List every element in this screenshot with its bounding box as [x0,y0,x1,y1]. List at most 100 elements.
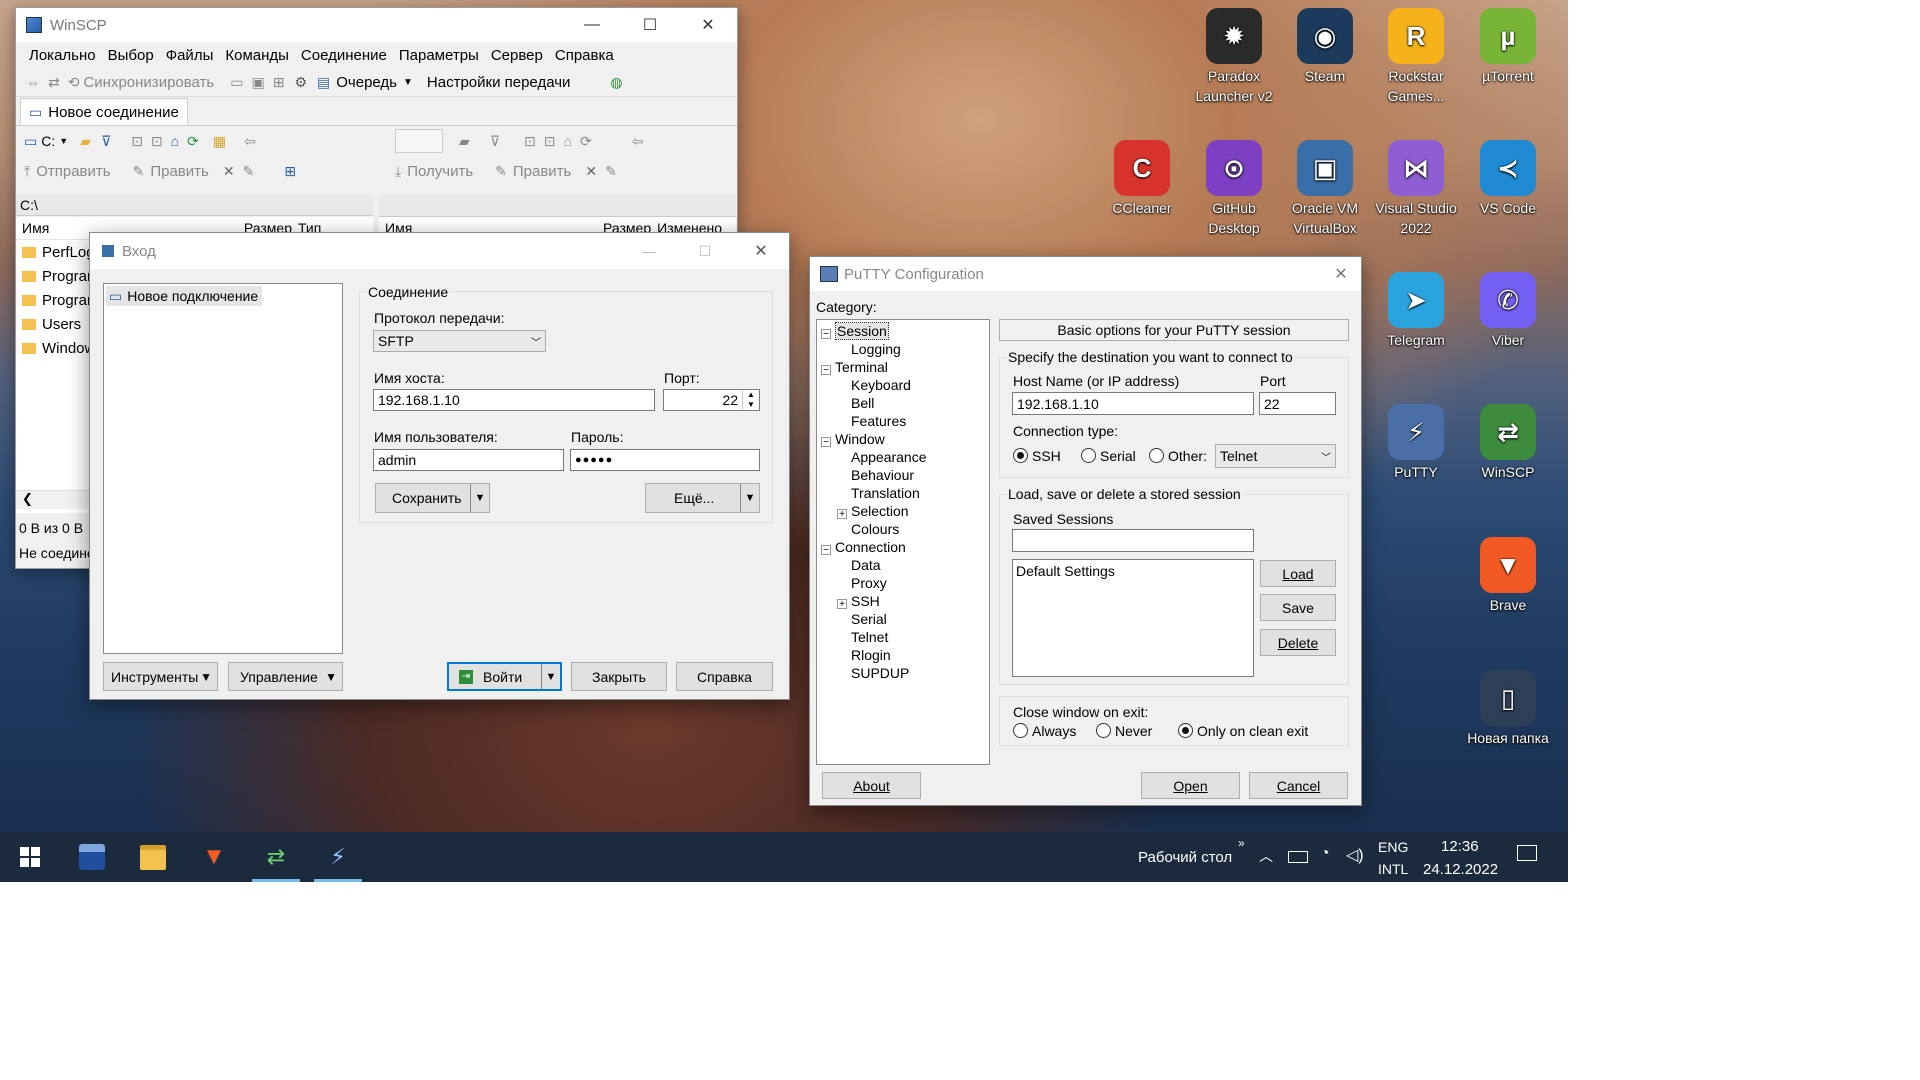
edit-icon[interactable]: ✎ [495,163,507,180]
tree-item[interactable]: Appearance [817,448,989,466]
tree-item[interactable]: Data [817,556,989,574]
desktop-icon[interactable]: ◉ Steam [1280,8,1370,86]
bookmarks-icon[interactable]: ▦ [213,133,226,150]
other-protocol-select[interactable]: Telnet ﹀ [1215,444,1336,468]
password-input[interactable]: ●●●●● [570,449,760,471]
more-button[interactable]: Ещё... ▼ [645,483,760,513]
desktop-icon[interactable]: C CCleaner [1097,140,1187,218]
remote-path-select[interactable] [395,129,443,153]
expand-icon[interactable]: + [837,599,847,610]
language-bottom[interactable]: INTL [1378,861,1408,877]
radio-always-indicator[interactable] [1013,723,1028,738]
taskbar-brave[interactable]: ▼ [186,832,242,882]
edit-button[interactable]: Править [150,163,209,180]
parent-dir-icon[interactable]: ⊡ [131,133,143,150]
tree-item[interactable]: Features [817,412,989,430]
close-dialog-button[interactable]: Закрыть [571,662,667,691]
menu-item[interactable]: Выбор [108,47,154,64]
folder-open-icon[interactable]: ▰ [459,133,470,150]
radio-serial[interactable]: Serial [1081,448,1136,464]
send-button[interactable]: Отправить [36,163,110,180]
desktop-icon[interactable]: ⇄ WinSCP [1463,404,1553,482]
compare-icon[interactable]: ⇔ [26,74,40,90]
rename-icon[interactable]: ✎ [243,163,255,180]
home-icon[interactable]: ⌂ [171,133,179,149]
expand-icon[interactable]: + [837,509,847,520]
queue-icon[interactable]: ▤ [317,74,330,91]
tree-item[interactable]: Behaviour [817,466,989,484]
radio-never[interactable]: Never [1096,723,1152,739]
tree-item[interactable]: Keyboard [817,376,989,394]
tree-item[interactable]: + Selection [817,502,989,520]
collapse-icon[interactable]: − [821,437,831,448]
left-path-bar[interactable]: C:\ [16,194,373,216]
battery-icon[interactable] [1288,851,1308,863]
session-item[interactable]: Default Settings [1016,562,1250,580]
taskbar-winscp[interactable]: ⇄ [248,832,304,882]
console-icon[interactable]: ▭ [230,74,243,91]
radio-clean-exit[interactable]: Only on clean exit [1178,723,1308,739]
sync-dirs-icon[interactable]: ⇄ [48,74,60,91]
new-icon[interactable]: ⊞ [284,163,296,180]
desktop-icon[interactable]: ▼ Brave [1463,537,1553,615]
close-button[interactable]: ✕ [679,15,737,35]
menu-item[interactable]: Параметры [399,47,479,64]
radio-other[interactable]: Other: [1149,448,1207,464]
maximize-button[interactable]: ☐ [677,243,733,260]
wifi-icon[interactable]: ◔ [1320,845,1330,863]
radio-other-indicator[interactable] [1149,448,1164,463]
close-button[interactable]: ✕ [733,241,789,261]
help-button[interactable]: Справка [676,662,773,691]
desktop-icon[interactable]: ▯ Новая папка [1463,670,1553,748]
minimize-button[interactable]: — [563,16,621,34]
cancel-button[interactable]: Cancel [1249,772,1348,799]
overflow-chevron-icon[interactable]: » [1238,836,1245,850]
home-icon[interactable]: ⌂ [564,133,572,149]
download-icon[interactable]: ⤓ [395,163,401,180]
menu-item[interactable]: Справка [555,47,614,64]
tree-item[interactable]: Telnet [817,628,989,646]
scroll-left-icon[interactable]: ❮ [22,491,33,507]
language-top[interactable]: ENG [1378,839,1408,855]
filter-icon[interactable]: ⊽ [490,133,500,150]
transfer-settings[interactable]: Настройки передачи [427,74,571,91]
putty-icon[interactable]: ▣ [251,74,264,91]
clock-date[interactable]: 24.12.2022 [1423,861,1498,878]
hostname-input[interactable]: 192.168.1.10 [1012,392,1254,415]
rename-icon[interactable]: ✎ [605,163,617,180]
save-button[interactable]: Save [1260,594,1336,621]
sync-icon[interactable]: ⟲ [68,74,80,91]
delete-icon[interactable]: ✕ [585,163,597,180]
tools-button[interactable]: Инструменты ▼ [103,662,218,691]
taskbar-save-app[interactable] [64,832,120,882]
tree-item[interactable]: Bell [817,394,989,412]
login-button[interactable]: ⇥ Войти ▼ [447,662,562,691]
dropdown-arrow-icon[interactable]: ▼ [740,484,759,512]
manage-button[interactable]: Управление ▼ [228,662,343,691]
folder-open-icon[interactable]: ▰ [80,133,91,150]
login-titlebar[interactable]: Вход — ☐ ✕ [90,233,789,269]
back-icon[interactable]: ⇦ [632,133,644,150]
root-dir-icon[interactable]: ⊡ [151,133,163,150]
edit-icon[interactable]: ✎ [133,163,145,180]
minimize-button[interactable]: — [621,243,677,259]
radio-always[interactable]: Always [1013,723,1076,739]
filter-icon[interactable]: ⊽ [101,133,111,150]
radio-serial-indicator[interactable] [1081,448,1096,463]
delete-icon[interactable]: ✕ [223,163,235,180]
radio-ssh-indicator[interactable] [1013,448,1028,463]
receive-button[interactable]: Получить [407,163,473,180]
chevron-down-icon[interactable]: ▼ [59,136,68,146]
refresh-icon[interactable]: ⟳ [187,133,199,150]
saved-sessions-input[interactable] [1012,529,1254,552]
desktop-toolbar-label[interactable]: Рабочий стол [1138,849,1232,866]
parent-dir-icon[interactable]: ⊡ [524,133,536,150]
delete-button[interactable]: Delete [1260,629,1336,656]
radio-never-indicator[interactable] [1096,723,1111,738]
menu-item[interactable]: Файлы [166,47,214,64]
queue-button[interactable]: Очередь [336,74,397,91]
host-input[interactable]: 192.168.1.10 [373,389,655,411]
desktop-icon[interactable]: R Rockstar Games... [1371,8,1461,106]
protocol-select[interactable]: SFTP ﹀ [373,330,546,352]
port-input[interactable]: 22 [1259,392,1336,415]
